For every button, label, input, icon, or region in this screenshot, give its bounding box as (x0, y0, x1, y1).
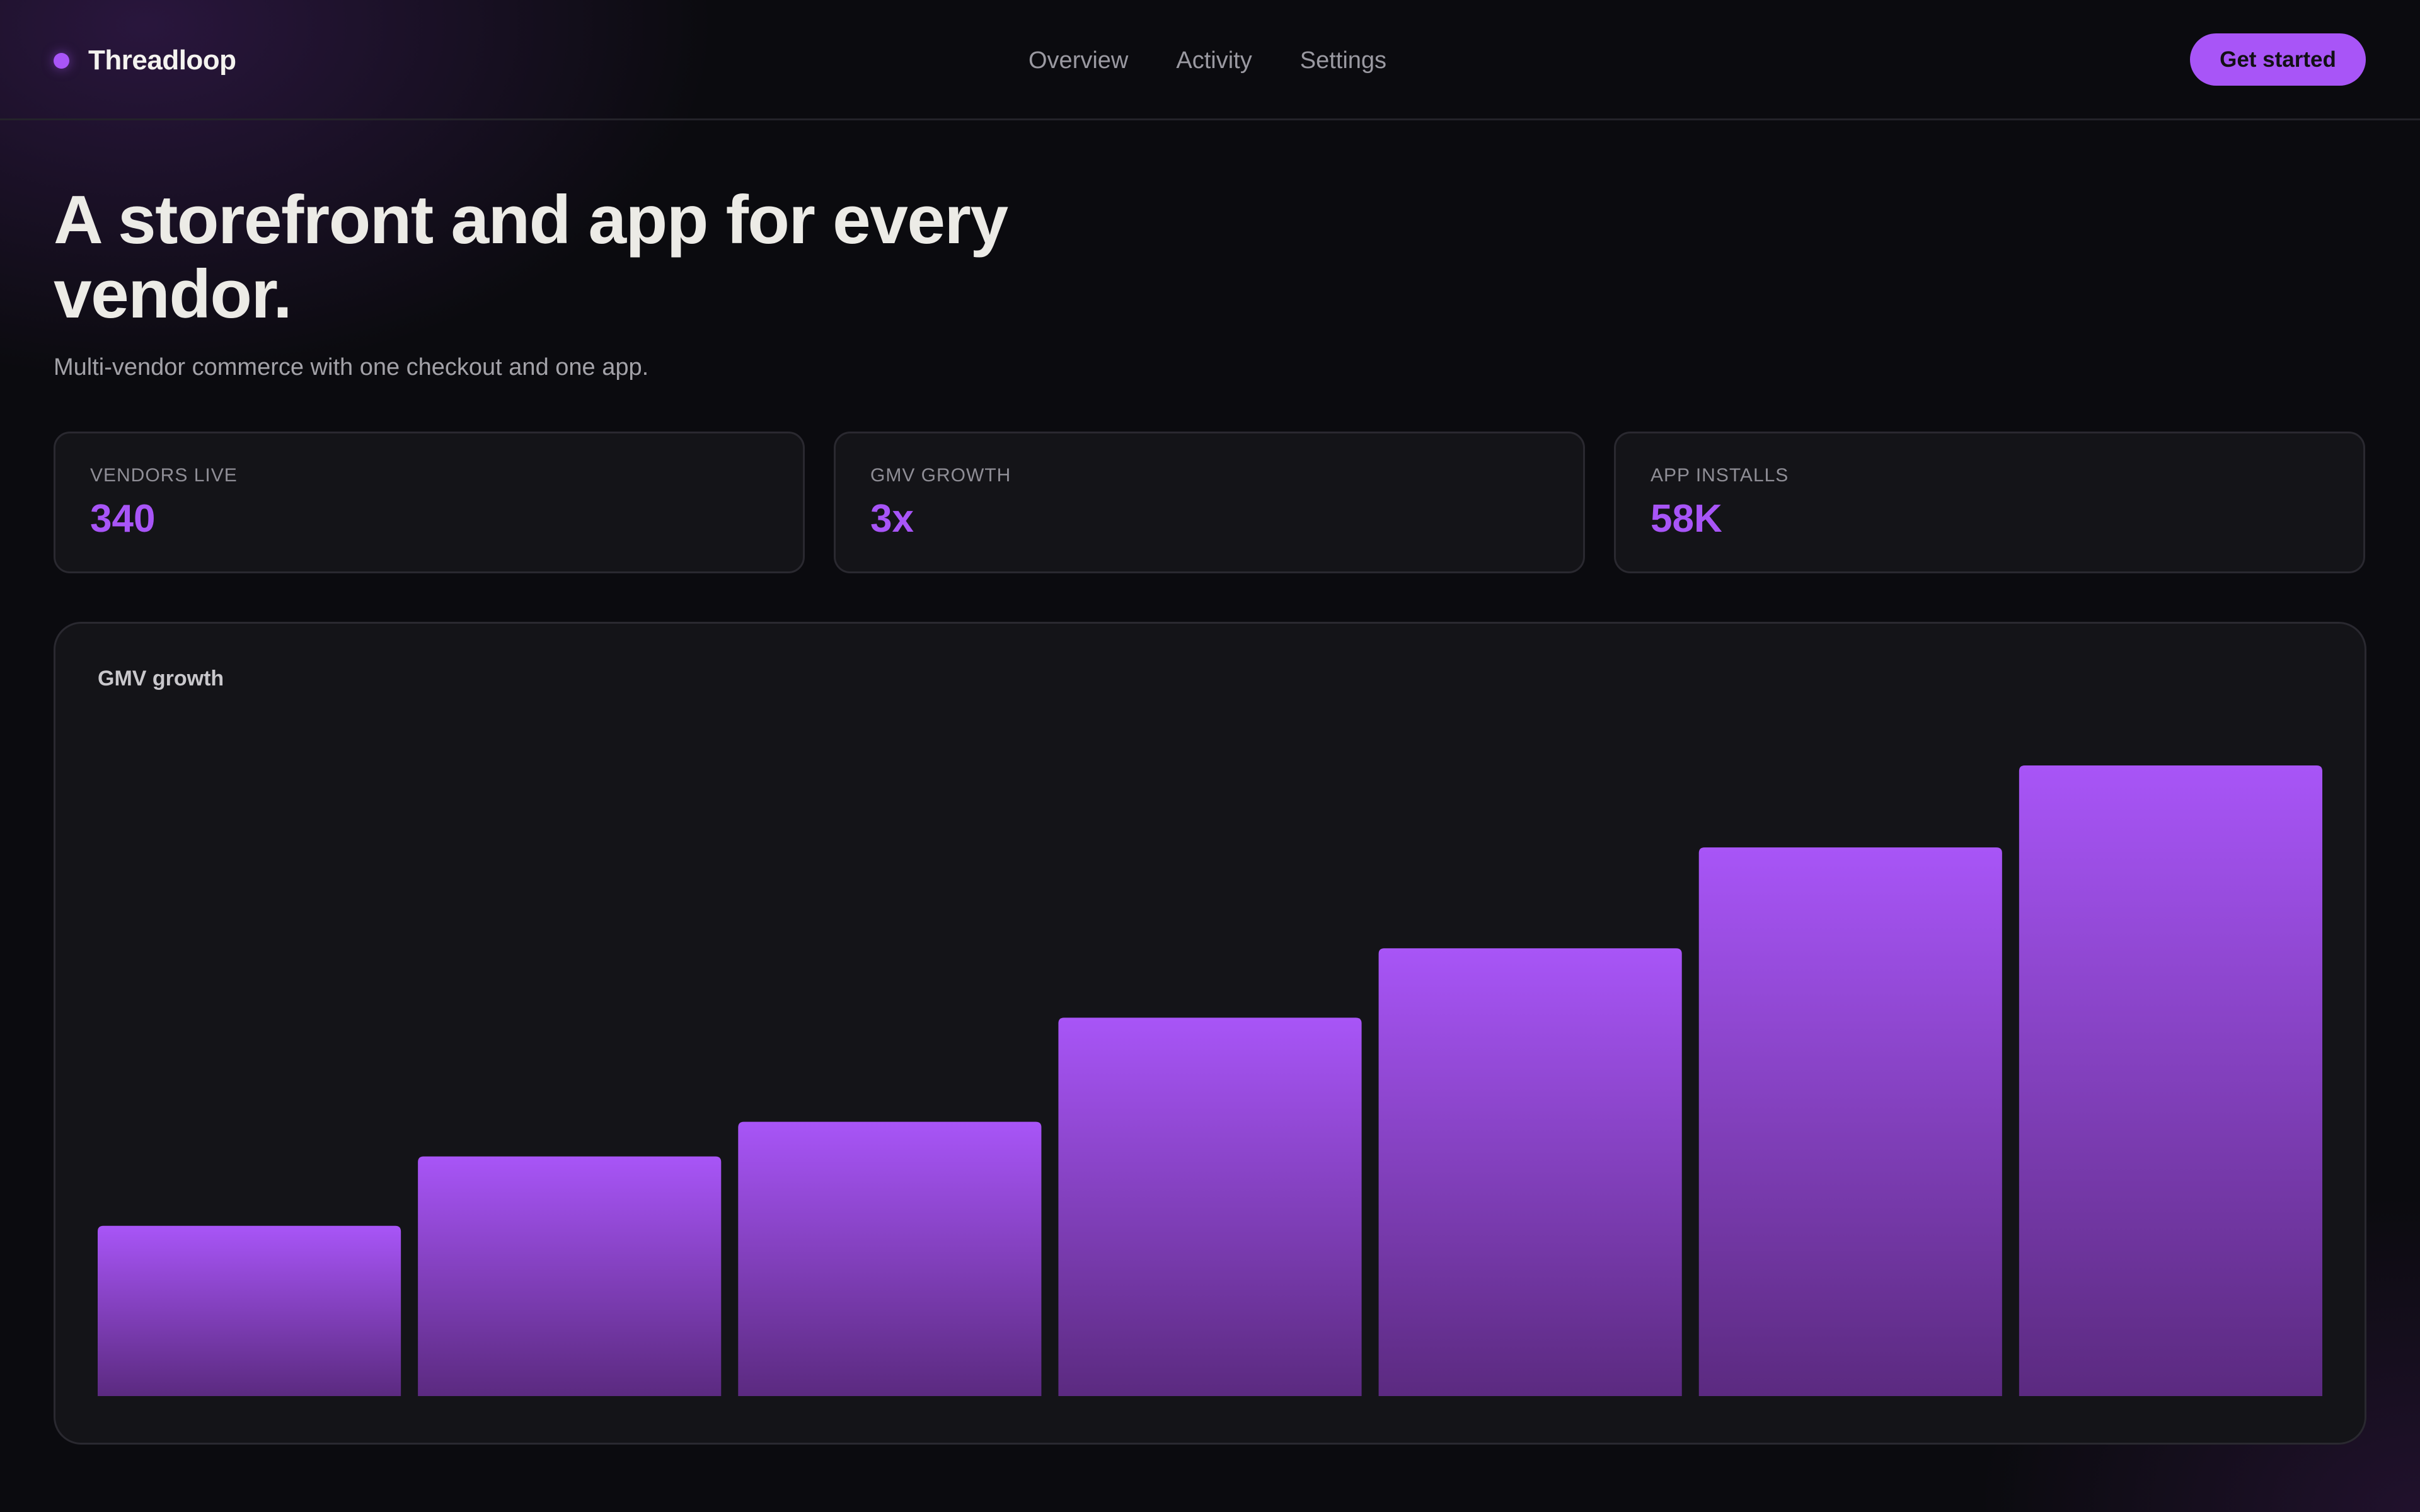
nav-link-activity[interactable]: Activity (1176, 47, 1252, 74)
stat-label: GMV GROWTH (870, 465, 1011, 486)
brand-dot-icon (54, 52, 69, 69)
stat-label: APP INSTALLS (1651, 465, 1789, 486)
hero-subtitle: Multi-vendor commerce with one checkout … (54, 354, 649, 381)
brand-name: Threadloop (88, 45, 236, 76)
top-navigation-bar: Threadloop Overview Activity Settings Ge… (0, 0, 2420, 120)
chart-bar-6 (1698, 847, 2002, 1396)
chart-bar-4 (1058, 1017, 1362, 1396)
chart-bar-2 (418, 1156, 722, 1396)
stat-card-vendors-live: VENDORS LIVE 340 (54, 432, 805, 573)
get-started-button[interactable]: Get started (2190, 33, 2366, 86)
stat-label: VENDORS LIVE (90, 465, 238, 486)
chart-bar-7 (2019, 765, 2322, 1396)
hero-title: A storefront and app for every vendor. (54, 181, 1008, 333)
gmv-growth-bar-chart (98, 765, 2322, 1396)
gmv-growth-chart-card: GMV growth (54, 622, 2366, 1445)
nav-link-overview[interactable]: Overview (1028, 47, 1128, 74)
stat-value: 3x (870, 497, 914, 541)
stat-value: 340 (90, 497, 156, 541)
chart-bar-1 (98, 1225, 401, 1396)
brand[interactable]: Threadloop (54, 42, 236, 79)
chart-title: GMV growth (98, 667, 224, 690)
nav-link-settings[interactable]: Settings (1300, 47, 1386, 74)
main-nav: Overview Activity Settings (1028, 42, 1386, 79)
chart-bar-5 (1378, 948, 1682, 1396)
stat-value: 58K (1651, 497, 1722, 541)
chart-bar-3 (738, 1121, 1042, 1396)
stat-card-app-installs: APP INSTALLS 58K (1614, 432, 2365, 573)
stat-card-gmv-growth: GMV GROWTH 3x (834, 432, 1585, 573)
